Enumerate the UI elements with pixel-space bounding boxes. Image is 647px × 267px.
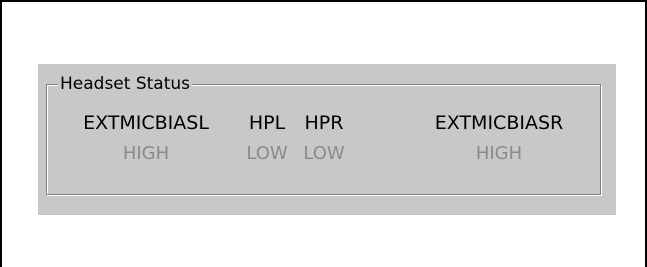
groupbox-title: Headset Status [58, 74, 193, 94]
signal-value: HIGH [475, 143, 523, 164]
signal-value: LOW [246, 143, 288, 164]
signal-extmicbiasr: EXTMICBIASR HIGH [414, 112, 584, 164]
headset-status-panel: Headset Status EXTMICBIASL HIGH HPL LOW … [38, 64, 616, 215]
signal-hpl: HPL LOW [242, 112, 292, 164]
signal-extmicbiasl: EXTMICBIASL HIGH [66, 112, 226, 164]
signal-name: EXTMICBIASR [434, 112, 564, 134]
signal-name: HPR [304, 112, 344, 134]
signal-value: HIGH [122, 143, 170, 164]
signal-name: EXTMICBIASL [83, 112, 209, 134]
signal-name: HPL [248, 112, 286, 134]
signal-value: LOW [303, 143, 345, 164]
window-frame: Headset Status EXTMICBIASL HIGH HPL LOW … [0, 0, 647, 267]
signal-hpr: HPR LOW [299, 112, 349, 164]
